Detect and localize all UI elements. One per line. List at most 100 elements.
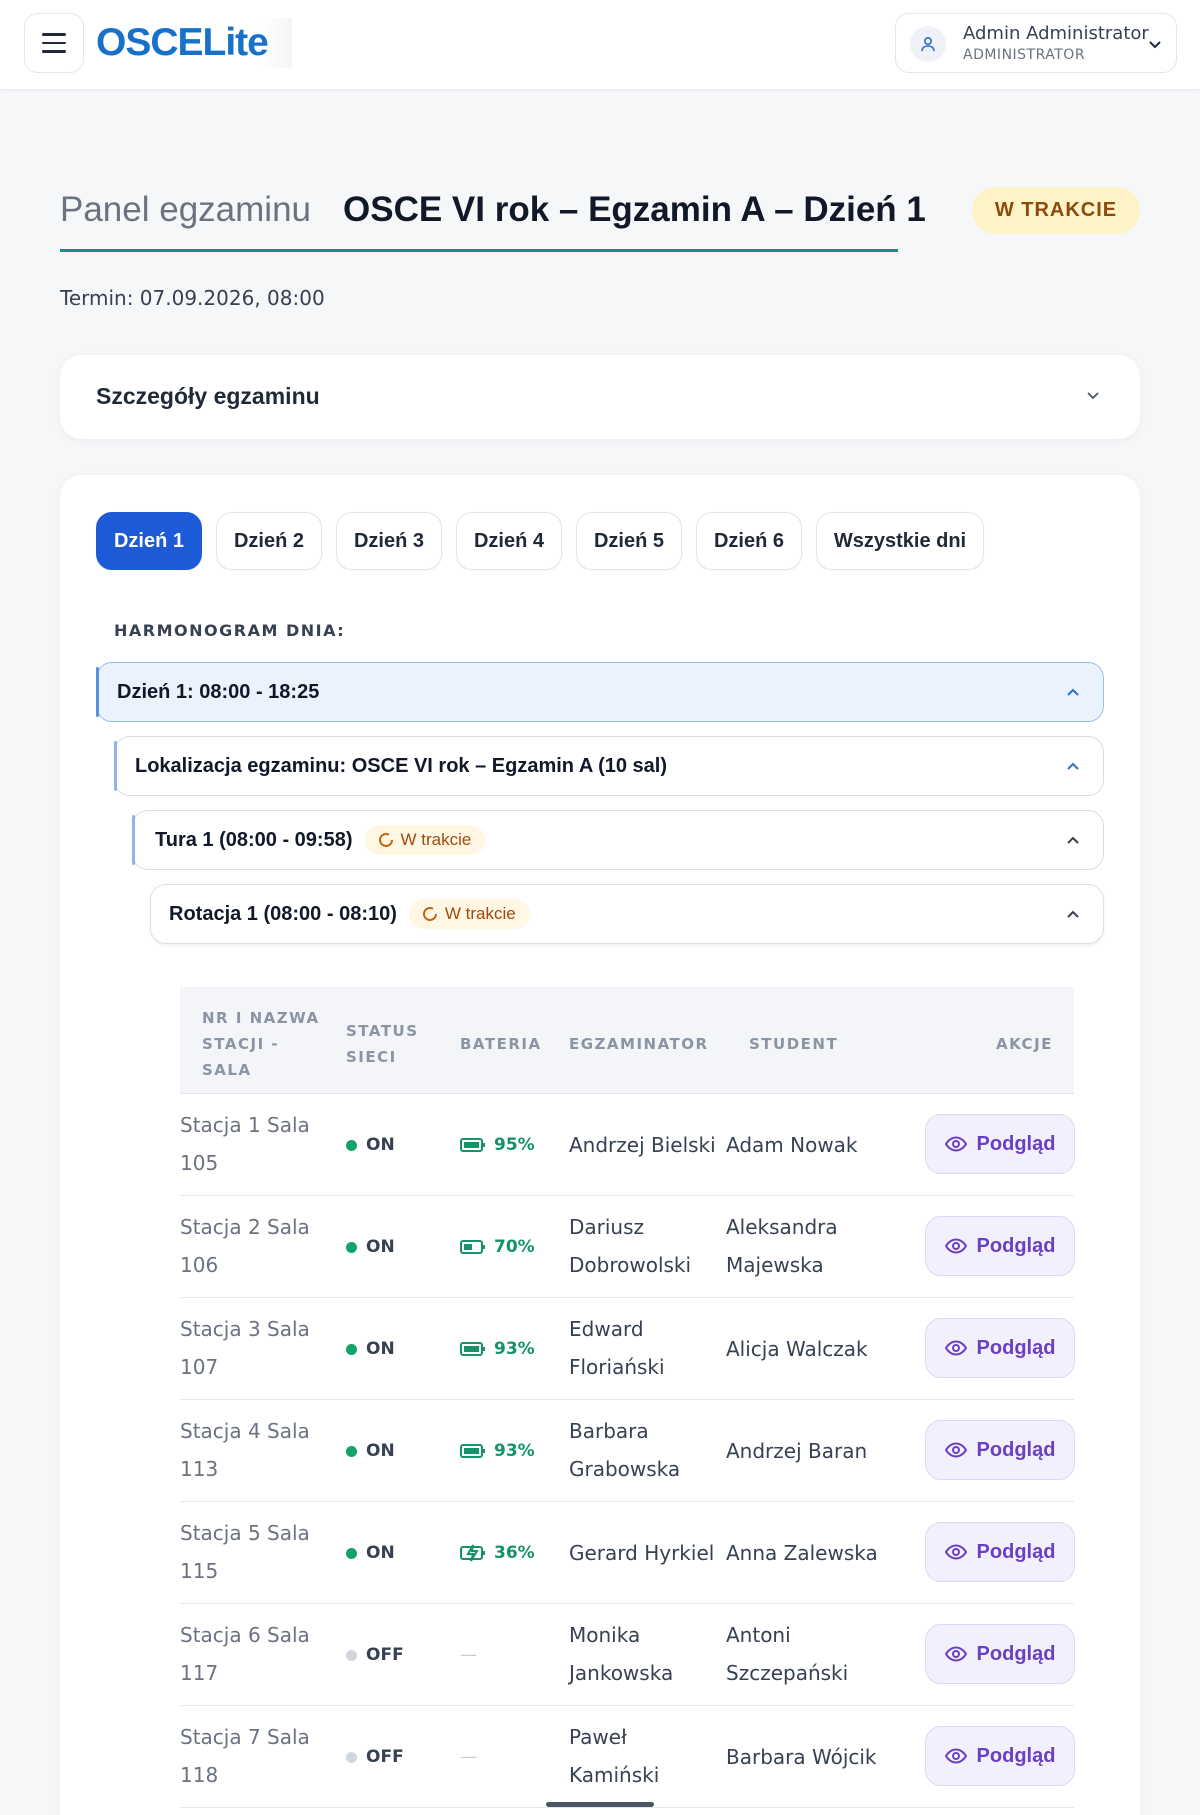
examiner-cell: Monika Jankowska	[569, 1623, 674, 1685]
eye-icon	[944, 1748, 967, 1764]
examiner-cell: Edward Floriański	[569, 1317, 665, 1379]
student-cell: Adam Nowak	[726, 1133, 858, 1157]
header-actions: AKCJE	[996, 1035, 1053, 1053]
network-status-cell: OFF	[346, 1636, 404, 1674]
location-accordion[interactable]: Lokalizacja egzaminu: OSCE VI rok – Egza…	[114, 736, 1104, 796]
battery-half-icon	[460, 1239, 486, 1255]
station-cell: Stacja 7 Sala 118	[180, 1725, 310, 1787]
title-underline	[60, 249, 898, 252]
network-status-dot	[346, 1445, 357, 1457]
spinner-icon	[378, 833, 393, 847]
network-status-dot	[346, 1751, 357, 1763]
view-button[interactable]: Podgląd	[925, 1726, 1075, 1786]
schedule-label: HARMONOGRAM DNIA:	[114, 621, 346, 640]
header-examiner: EGZAMINATOR	[569, 1035, 709, 1053]
network-status-cell: ON	[346, 1126, 395, 1164]
header-network-status: STATUS SIECI	[346, 1022, 419, 1066]
view-button[interactable]: Podgląd	[925, 1114, 1075, 1174]
chevron-up-icon	[1067, 836, 1079, 844]
rotation-accordion[interactable]: Rotacja 1 (08:00 - 08:10) W trakcie	[150, 884, 1104, 944]
exam-term: Termin: 07.09.2026, 08:00	[60, 286, 325, 310]
tab-day-5[interactable]: Dzień 5	[576, 512, 682, 570]
spinner-icon	[422, 907, 437, 921]
student-cell: Aleksandra Majewska	[726, 1215, 838, 1277]
examiner-cell: Gerard Hyrkiel	[569, 1541, 715, 1565]
exam-details-accordion[interactable]: Szczegóły egzaminu	[60, 355, 1140, 439]
rotation-status-text: W trakcie	[444, 904, 516, 923]
header-station: NR I NAZWA STACJI - SALA	[202, 1009, 320, 1079]
eye-icon	[944, 1442, 967, 1458]
view-button[interactable]: Podgląd	[925, 1420, 1075, 1480]
battery-cell: 70%	[460, 1228, 535, 1266]
scroll-indicator[interactable]	[546, 1802, 654, 1807]
exam-details-title: Szczegóły egzaminu	[96, 383, 320, 409]
examiner-cell: Barbara Grabowska	[569, 1419, 681, 1481]
battery-full-icon	[460, 1341, 486, 1357]
network-status-cell: ON	[346, 1228, 395, 1266]
day-accordion[interactable]: Dzień 1: 08:00 - 18:25	[96, 662, 1104, 722]
station-cell: Stacja 3 Sala 107	[180, 1317, 310, 1379]
menu-button[interactable]	[24, 13, 84, 73]
user-menu[interactable]: Admin Administrator ADMINISTRATOR	[895, 13, 1177, 73]
eye-icon	[944, 1646, 967, 1662]
station-cell: Stacja 1 Sala 105	[180, 1113, 310, 1175]
chevron-up-icon	[1067, 910, 1079, 918]
tab-day-3[interactable]: Dzień 3	[336, 512, 442, 570]
battery-cell: 93%	[460, 1432, 535, 1470]
eye-icon	[944, 1136, 967, 1152]
location-accordion-title: Lokalizacja egzaminu: OSCE VI rok – Egza…	[135, 754, 668, 777]
network-status-dot	[346, 1343, 357, 1355]
station-cell: Stacja 6 Sala 117	[180, 1623, 310, 1685]
tab-day-1[interactable]: Dzień 1	[96, 512, 202, 570]
view-button[interactable]: Podgląd	[925, 1522, 1075, 1582]
chevron-down-icon	[1087, 392, 1099, 400]
table-row: Stacja 2 Sala 106 ON 70% Dariusz Dobrowolski A…	[180, 1196, 1075, 1298]
table-row: Stacja 1 Sala 105 ON 95% Andrzej Bielski Adam…	[180, 1094, 1075, 1196]
student-cell: Andrzej Baran	[726, 1439, 868, 1463]
view-button[interactable]: Podgląd	[925, 1624, 1075, 1684]
battery-cell: 93%	[460, 1330, 535, 1368]
tab-day-7[interactable]: Wszystkie dni	[816, 512, 984, 570]
user-role: ADMINISTRATOR	[963, 47, 1086, 63]
stations-table-header: NR I NAZWA STACJI - SALA STATUS SIECI BA…	[180, 987, 1074, 1094]
network-status-cell: ON	[346, 1432, 395, 1470]
student-cell: Antoni Szczepański	[726, 1623, 849, 1685]
header-battery: BATERIA	[460, 1035, 542, 1053]
view-button[interactable]: Podgląd	[925, 1318, 1075, 1378]
battery-cell: 95%	[460, 1126, 535, 1164]
tab-day-4[interactable]: Dzień 4	[456, 512, 562, 570]
chevron-up-icon	[1067, 688, 1079, 696]
eye-icon	[944, 1238, 967, 1254]
tour-accordion[interactable]: Tura 1 (08:00 - 09:58) W trakcie	[132, 810, 1104, 870]
battery-charging-icon	[460, 1543, 486, 1563]
battery-cell: —	[460, 1747, 477, 1767]
table-row: Stacja 3 Sala 107 ON 93% Edward Floriański Ali…	[180, 1298, 1075, 1400]
network-status-cell: ON	[346, 1330, 395, 1368]
network-status-dot	[346, 1241, 357, 1253]
user-icon	[910, 26, 946, 62]
chevron-down-icon	[1149, 41, 1161, 49]
table-row: Stacja 5 Sala 115 ON 36% Gerard Hyrkiel Anna …	[180, 1502, 1075, 1604]
day-accordion-title: Dzień 1: 08:00 - 18:25	[117, 680, 320, 703]
view-button[interactable]: Podgląd	[925, 1216, 1075, 1276]
rotation-status-badge: W trakcie	[408, 899, 530, 929]
battery-full-icon	[460, 1137, 486, 1153]
header-student: STUDENT	[749, 1035, 839, 1053]
student-cell: Barbara Wójcik	[726, 1745, 877, 1769]
eye-icon	[944, 1544, 967, 1560]
tab-day-2[interactable]: Dzień 2	[216, 512, 322, 570]
station-cell: Stacja 4 Sala 113	[180, 1419, 310, 1481]
examiner-cell: Dariusz Dobrowolski	[569, 1215, 692, 1277]
tour-status-text: W trakcie	[400, 830, 472, 849]
rotation-accordion-title: Rotacja 1 (08:00 - 08:10)	[169, 902, 397, 925]
station-cell: Stacja 2 Sala 106	[180, 1215, 310, 1277]
tab-day-6[interactable]: Dzień 6	[696, 512, 802, 570]
network-status-cell: OFF	[346, 1738, 404, 1776]
network-status-cell: ON	[346, 1534, 395, 1572]
table-row: Stacja 6 Sala 117 OFF — Monika Jankowska Anton…	[180, 1604, 1075, 1706]
exam-title: OSCE VI rok – Egzamin A – Dzień 1	[343, 190, 926, 229]
panel-label: Panel egzaminu	[60, 190, 311, 229]
battery-cell: —	[460, 1645, 477, 1665]
app-logo[interactable]: OSCELite	[96, 18, 292, 68]
tour-status-badge: W trakcie	[364, 825, 486, 855]
